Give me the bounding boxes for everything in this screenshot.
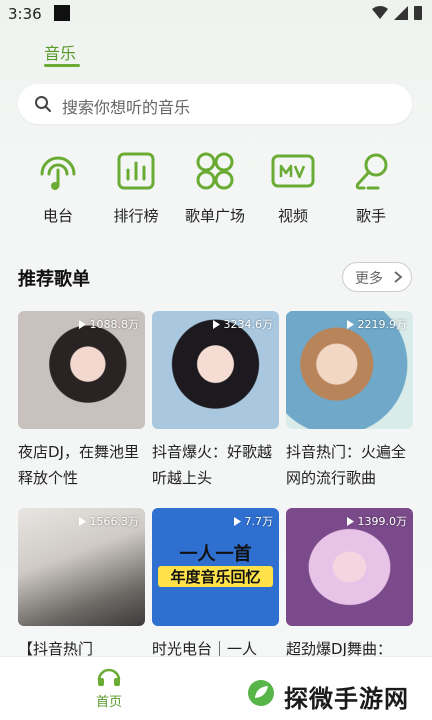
battery-icon bbox=[414, 6, 422, 20]
play-icon bbox=[212, 319, 220, 329]
play-icon bbox=[233, 516, 241, 526]
playlist-title: 夜店DJ，在舞池里释放个性 bbox=[18, 443, 139, 487]
chevron-right-icon bbox=[394, 271, 403, 283]
mv-icon bbox=[271, 154, 315, 188]
status-time: 3:36 bbox=[8, 5, 42, 23]
tab-music[interactable]: 音乐 bbox=[44, 40, 76, 64]
search-bar[interactable]: 搜索你想听的音乐 bbox=[18, 84, 412, 124]
play-icon bbox=[346, 319, 354, 329]
playlist-title: 抖音爆火：好歌越听越上头 bbox=[152, 443, 273, 487]
playlist-card[interactable]: 3234.6万 抖音爆火：好歌越听越上头 bbox=[152, 311, 279, 491]
cover-subtitle: 年度音乐回忆 bbox=[158, 566, 273, 587]
grid-icon bbox=[196, 152, 234, 190]
playlist-title: 抖音热门：火遍全网的流行歌曲 bbox=[286, 443, 407, 487]
play-count: 3234.6万 bbox=[212, 316, 273, 332]
leaf-logo-icon bbox=[248, 680, 274, 706]
play-count: 1566.3万 bbox=[78, 513, 139, 529]
watermark: 探微手游网 bbox=[232, 668, 432, 720]
play-icon bbox=[78, 516, 86, 526]
watermark-text: 探微手游网 bbox=[284, 685, 409, 713]
playlist-cover: 1399.0万 bbox=[286, 508, 413, 626]
category-playlist-square[interactable]: 歌单广场 bbox=[177, 148, 253, 232]
nav-home[interactable]: 首页 bbox=[84, 665, 134, 710]
search-placeholder: 搜索你想听的音乐 bbox=[62, 98, 191, 117]
play-icon bbox=[346, 516, 354, 526]
playlist-card[interactable]: 1088.8万 夜店DJ，在舞池里释放个性 bbox=[18, 311, 145, 491]
playlist-cover: 1088.8万 bbox=[18, 311, 145, 429]
play-count: 2219.9万 bbox=[346, 316, 407, 332]
category-label: 排行榜 bbox=[113, 207, 159, 225]
search-icon bbox=[35, 96, 51, 112]
play-count: 1399.0万 bbox=[346, 513, 407, 529]
playlist-cover: 2219.9万 bbox=[286, 311, 413, 429]
play-icon bbox=[78, 319, 86, 329]
play-count: 7.7万 bbox=[233, 513, 273, 529]
playlist-card[interactable]: 2219.9万 抖音热门：火遍全网的流行歌曲 bbox=[286, 311, 413, 491]
wifi-icon bbox=[372, 6, 388, 19]
category-row: 电台 排行榜 歌单广场 视频 歌手 bbox=[0, 148, 432, 232]
category-label: 歌手 bbox=[355, 207, 386, 225]
category-singer[interactable]: 歌手 bbox=[333, 148, 409, 232]
more-label: 更多 bbox=[355, 271, 383, 287]
headphones-icon bbox=[97, 668, 121, 686]
category-radio[interactable]: 电台 bbox=[20, 148, 96, 232]
category-label: 电台 bbox=[42, 207, 73, 225]
nav-home-label: 首页 bbox=[95, 695, 122, 710]
playlist-cover: 一人一首 年度音乐回忆 7.7万 bbox=[152, 508, 279, 626]
status-icons bbox=[372, 6, 422, 20]
radio-icon bbox=[40, 156, 76, 190]
category-video[interactable]: 视频 bbox=[255, 148, 331, 232]
signal-icon bbox=[394, 6, 408, 20]
singer-icon bbox=[355, 153, 388, 190]
cover-text: 一人一首 bbox=[179, 544, 252, 565]
category-chart[interactable]: 排行榜 bbox=[98, 148, 174, 232]
notification-icon bbox=[54, 5, 70, 21]
section-title: 推荐歌单 bbox=[18, 269, 90, 290]
chart-icon bbox=[117, 152, 155, 190]
category-label: 歌单广场 bbox=[184, 207, 245, 225]
more-button[interactable]: 更多 bbox=[342, 262, 412, 292]
play-count: 1088.8万 bbox=[78, 316, 139, 332]
playlist-cover: 3234.6万 bbox=[152, 311, 279, 429]
tab-indicator bbox=[44, 64, 80, 67]
status-bar: 3:36 bbox=[0, 0, 432, 28]
category-label: 视频 bbox=[277, 207, 308, 225]
playlist-cover: 1566.3万 bbox=[18, 508, 145, 626]
